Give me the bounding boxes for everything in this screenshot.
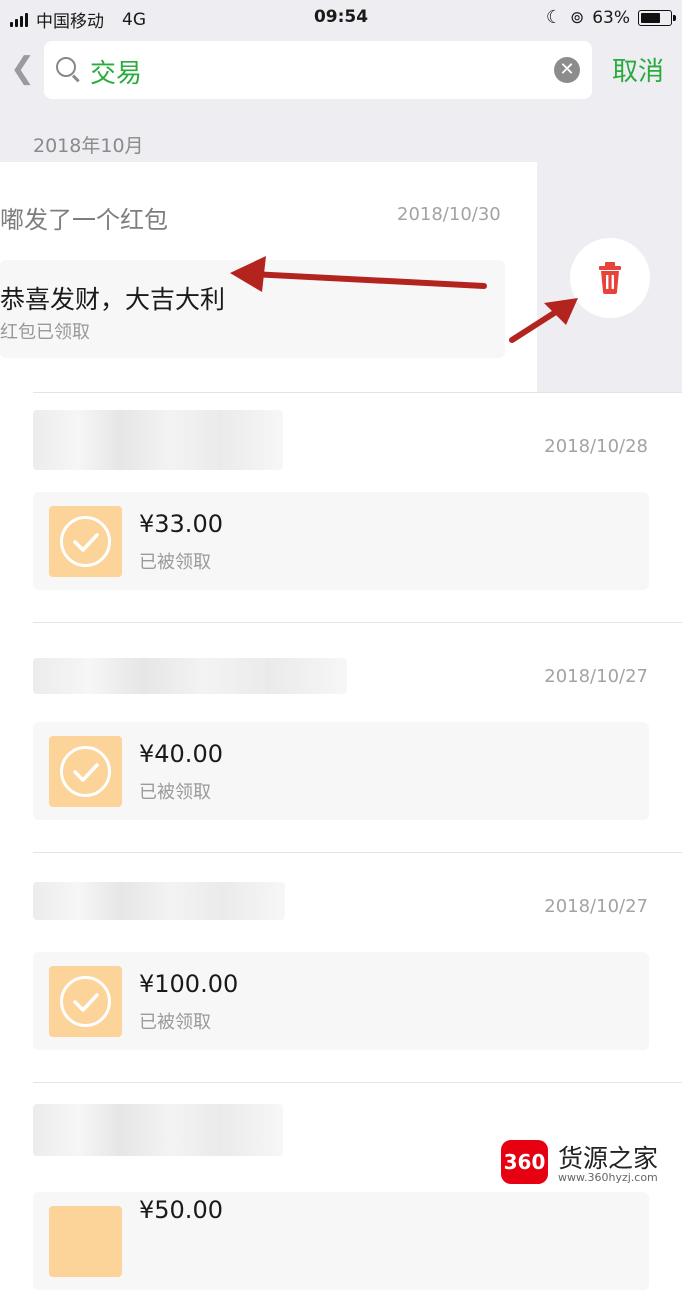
entry-title: 嘟发了一个红包 (0, 206, 168, 234)
entry-date: 2018/10/30 (397, 204, 501, 225)
search-query[interactable]: 交易 (90, 53, 142, 90)
delete-button[interactable] (570, 238, 650, 318)
amount: ¥33.00 (139, 510, 223, 538)
red-packet-card[interactable]: ¥50.00 (33, 1192, 649, 1290)
blurred-sender (33, 410, 283, 470)
watermark-url: www.360hyzj.com (558, 1171, 658, 1184)
red-packet-status: 已被领取 (139, 1012, 211, 1033)
amount: ¥40.00 (139, 740, 223, 768)
watermark-name: 货源之家 (558, 1144, 659, 1173)
search-icon (56, 57, 76, 77)
red-packet-received-icon (49, 1206, 122, 1277)
red-packet-status: 已被领取 (139, 782, 211, 803)
red-packet-status: 红包已领取 (0, 322, 90, 343)
transaction-item-swiped[interactable]: 嘟发了一个红包 2018/10/30 恭喜发财，大吉大利 红包已领取 (0, 162, 537, 392)
red-packet-message: 恭喜发财，大吉大利 (0, 285, 226, 314)
watermark: 360 货源之家 www.360hyzj.com (498, 1137, 682, 1189)
red-packet-card[interactable]: ¥100.00 已被领取 (33, 952, 649, 1050)
entry-date: 2018/10/28 (544, 436, 648, 457)
back-icon[interactable]: ❮ (10, 51, 35, 86)
entry-date: 2018/10/27 (544, 896, 648, 917)
amount: ¥50.00 (139, 1196, 223, 1224)
watermark-logo: 360 (501, 1140, 548, 1184)
transaction-item[interactable]: 2018/10/28 ¥33.00 已被领取 (0, 392, 682, 622)
red-packet-received-icon (49, 966, 122, 1037)
red-packet-status: 已被领取 (139, 552, 211, 573)
orientation-lock-icon: ⊚ (569, 7, 585, 28)
moon-icon: ☾ (545, 7, 562, 28)
transaction-item[interactable]: 2018/10/27 ¥40.00 已被领取 (0, 622, 682, 852)
transaction-item[interactable]: 2018/10/27 ¥100.00 已被领取 (0, 852, 682, 1082)
red-packet-card[interactable]: ¥33.00 已被领取 (33, 492, 649, 590)
blurred-sender (33, 882, 285, 920)
blurred-sender (33, 1104, 283, 1156)
month-label: 2018年10月 (33, 135, 144, 157)
search-input[interactable]: 交易 ✕ (44, 41, 592, 99)
divider (33, 1082, 682, 1083)
divider (33, 622, 682, 623)
battery-percent: 63% (592, 7, 630, 28)
divider (33, 392, 682, 393)
red-packet-card[interactable]: 恭喜发财，大吉大利 红包已领取 (0, 260, 505, 358)
status-bar: 中国移动 4G 09:54 ☾ ⊚ 63% (0, 0, 682, 36)
red-packet-received-icon (49, 506, 122, 577)
battery-icon (638, 9, 676, 26)
amount: ¥100.00 (139, 970, 239, 998)
status-right: ☾ ⊚ 63% (545, 7, 676, 28)
month-section-header: 2018年10月 (0, 114, 682, 162)
trash-icon (599, 262, 621, 294)
red-packet-card[interactable]: ¥40.00 已被领取 (33, 722, 649, 820)
entry-date: 2018/10/27 (544, 666, 648, 687)
blurred-sender (33, 658, 347, 694)
divider (33, 852, 682, 853)
clear-icon[interactable]: ✕ (554, 57, 580, 83)
red-packet-received-icon (49, 736, 122, 807)
cancel-button[interactable]: 取消 (612, 51, 664, 88)
